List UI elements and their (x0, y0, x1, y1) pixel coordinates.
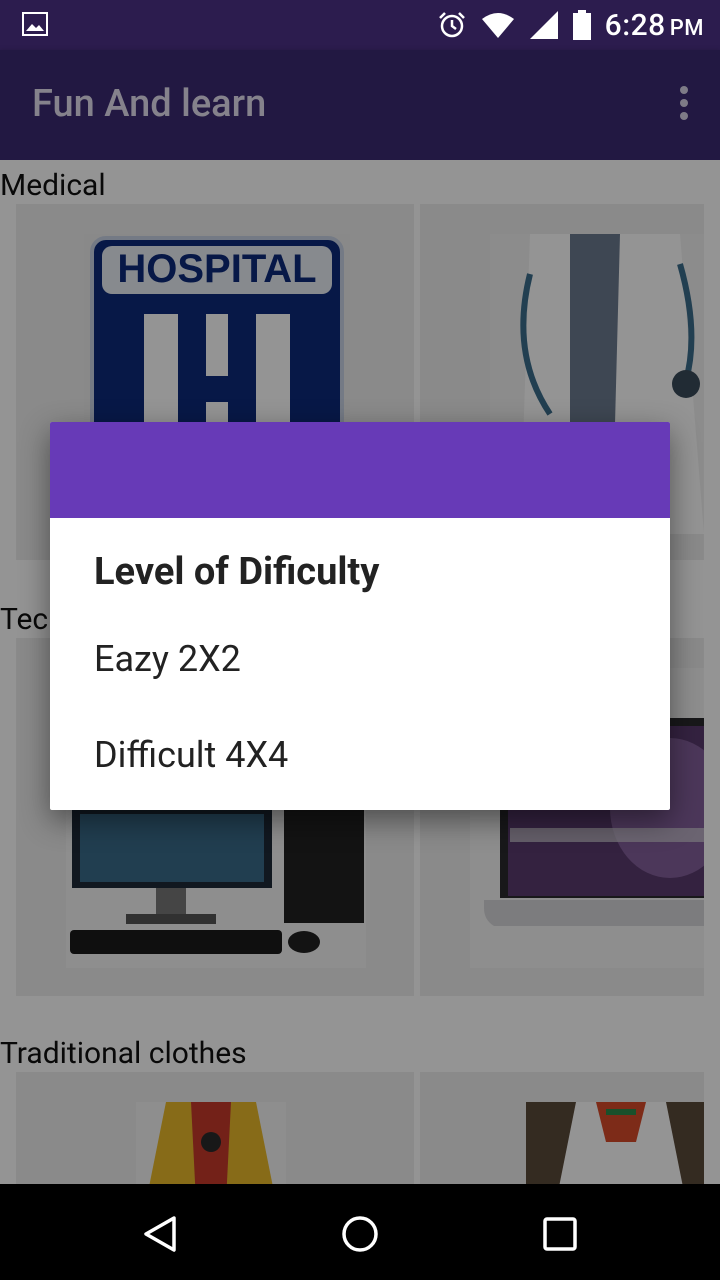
home-icon[interactable] (338, 1212, 382, 1256)
back-icon[interactable] (138, 1212, 182, 1256)
status-time: 6:28 PM (604, 7, 704, 43)
difficulty-dialog: Level of Dificulty Eazy 2X2 Difficult 4X… (50, 422, 670, 810)
alarm-icon (438, 12, 465, 38)
recents-icon[interactable] (538, 1212, 582, 1256)
option-easy-2x2[interactable]: Eazy 2X2 (94, 638, 241, 680)
status-bar: 6:28 PM (0, 0, 720, 50)
wifi-icon (481, 13, 514, 38)
option-difficult-4x4[interactable]: Difficult 4X4 (94, 734, 288, 776)
battery-icon (572, 10, 591, 40)
signal-icon (529, 11, 558, 39)
dialog-header (50, 422, 670, 518)
dialog-title: Level of Dificulty (94, 550, 380, 594)
navigation-bar (0, 1184, 720, 1280)
image-icon (22, 12, 48, 36)
